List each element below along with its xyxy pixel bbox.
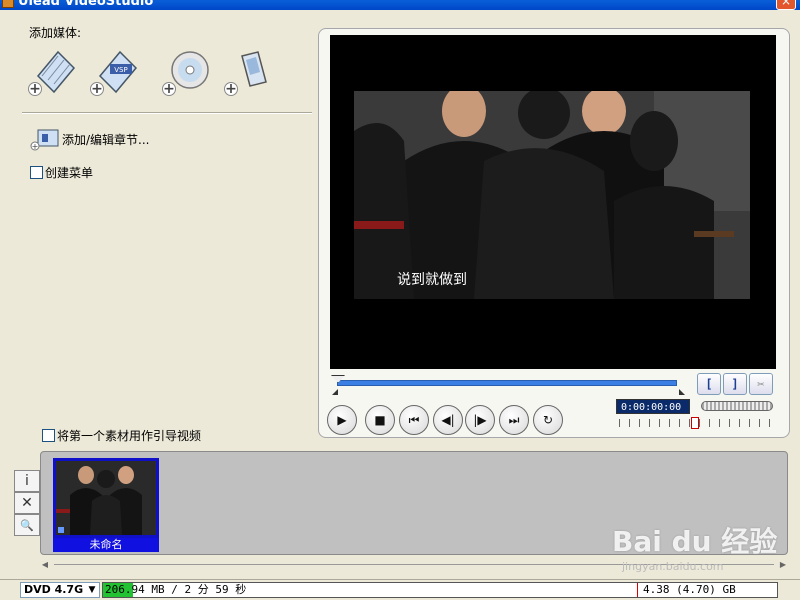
mark-out-button[interactable]: ]	[723, 373, 747, 395]
close-button[interactable]: ×	[776, 0, 796, 10]
video-frame: 说到就做到	[354, 91, 750, 299]
disc-usage-bar: 206.94 MB / 2 分 59 秒 4.38 (4.70) GB	[102, 582, 778, 598]
disc-type-value: DVD 4.7G	[24, 583, 84, 596]
status-bar: DVD 4.7G ▼ 206.94 MB / 2 分 59 秒 4.38 (4.…	[0, 579, 800, 600]
clip-thumbnail[interactable]	[53, 458, 159, 538]
scroll-track[interactable]	[54, 564, 774, 565]
info-button[interactable]: i	[14, 470, 40, 492]
app-icon	[2, 0, 14, 8]
add-edit-chapter-label: 添加/编辑章节...	[62, 133, 150, 147]
intro-video-label: 将第一个素材用作引导视频	[57, 429, 202, 443]
add-media-toolbar: + VSP + + +	[28, 46, 288, 106]
previous-frame-icon: ◀|	[441, 413, 455, 427]
mark-in-button[interactable]: [	[697, 373, 721, 395]
home-icon: ⏮	[408, 413, 420, 427]
vsp-badge: VSP	[114, 66, 127, 74]
storyboard-scrollbar[interactable]: ◀ ▶	[40, 560, 788, 570]
add-video-button[interactable]: +	[28, 46, 78, 96]
add-mobile-device-button[interactable]: +	[224, 46, 274, 96]
intro-video-checkbox[interactable]: 将第一个素材用作引导视频	[42, 427, 201, 444]
plus-icon: +	[28, 81, 42, 97]
zoom-button[interactable]: 🔍	[14, 514, 40, 536]
checkbox-box	[30, 166, 43, 179]
play-button[interactable]: ▶	[327, 405, 357, 435]
play-icon: ▶	[337, 413, 347, 427]
chapter-icon: +	[30, 129, 59, 151]
scrub-bar[interactable]	[331, 375, 689, 391]
svg-text:+: +	[32, 142, 39, 151]
add-media-label: 添加媒体:	[29, 26, 82, 40]
disc-capacity-marker	[637, 583, 638, 597]
add-disc-button[interactable]: +	[162, 46, 212, 96]
storyboard-clip[interactable]: 未命名	[53, 458, 159, 554]
delete-icon: ✕	[21, 495, 33, 511]
plus-icon: +	[90, 81, 104, 97]
shuttle-slider[interactable]	[619, 417, 775, 429]
plus-icon: +	[162, 81, 176, 97]
magnifier-icon: 🔍	[20, 519, 34, 532]
plus-icon: +	[224, 81, 238, 97]
checkbox-box	[42, 429, 55, 442]
video-subtitle: 说到就做到	[397, 272, 467, 288]
previous-frame-button[interactable]: ◀|	[433, 405, 463, 435]
scroll-right-icon[interactable]: ▶	[778, 560, 788, 570]
create-menu-checkbox[interactable]: 创建菜单	[30, 164, 93, 181]
storyboard-tools: i ✕ 🔍	[14, 470, 40, 536]
title-bar: Ulead VideoStudio ×	[0, 0, 800, 10]
clip-name: 未命名	[53, 538, 159, 552]
cut-clip-button[interactable]: ✂	[749, 373, 773, 395]
preview-screen: 说到就做到	[330, 35, 776, 369]
stop-button[interactable]: ■	[365, 405, 395, 435]
repeat-button[interactable]: ↻	[533, 405, 563, 435]
home-button[interactable]: ⏮	[399, 405, 429, 435]
end-button[interactable]: ⏭	[499, 405, 529, 435]
scissors-icon: ✂	[757, 377, 765, 391]
next-frame-icon: |▶	[473, 413, 487, 427]
shuttle-knob[interactable]	[691, 417, 699, 429]
stop-icon: ■	[374, 413, 386, 427]
window-title: Ulead VideoStudio	[18, 0, 154, 9]
clip-thumbnail-image	[56, 461, 156, 535]
storyboard[interactable]: 未命名	[40, 451, 788, 555]
info-icon: i	[25, 473, 29, 489]
create-menu-label: 创建菜单	[45, 166, 94, 180]
jog-wheel[interactable]	[701, 401, 773, 411]
scrub-track[interactable]	[337, 380, 677, 386]
next-frame-button[interactable]: |▶	[465, 405, 495, 435]
divider	[22, 112, 312, 114]
timecode-field[interactable]: 0:00:00:00	[616, 399, 690, 414]
repeat-icon: ↻	[542, 413, 554, 427]
disc-type-select[interactable]: DVD 4.7G ▼	[20, 582, 100, 598]
chevron-down-icon[interactable]: ▼	[86, 584, 98, 596]
add-vsp-project-button[interactable]: VSP +	[90, 46, 140, 96]
delete-button[interactable]: ✕	[14, 492, 40, 514]
disc-capacity: 4.38 (4.70) GB	[643, 583, 736, 596]
end-icon: ⏭	[508, 413, 520, 427]
preview-panel: 说到就做到 [ ] ✂ ▶ ■ ⏮ ◀| |▶ ⏭ ↻ 0:00:00:00	[318, 28, 790, 438]
disc-usage-used: 206.94 MB / 2 分 59 秒	[105, 583, 247, 596]
video-frame-image	[354, 91, 750, 299]
scroll-left-icon[interactable]: ◀	[40, 560, 50, 570]
